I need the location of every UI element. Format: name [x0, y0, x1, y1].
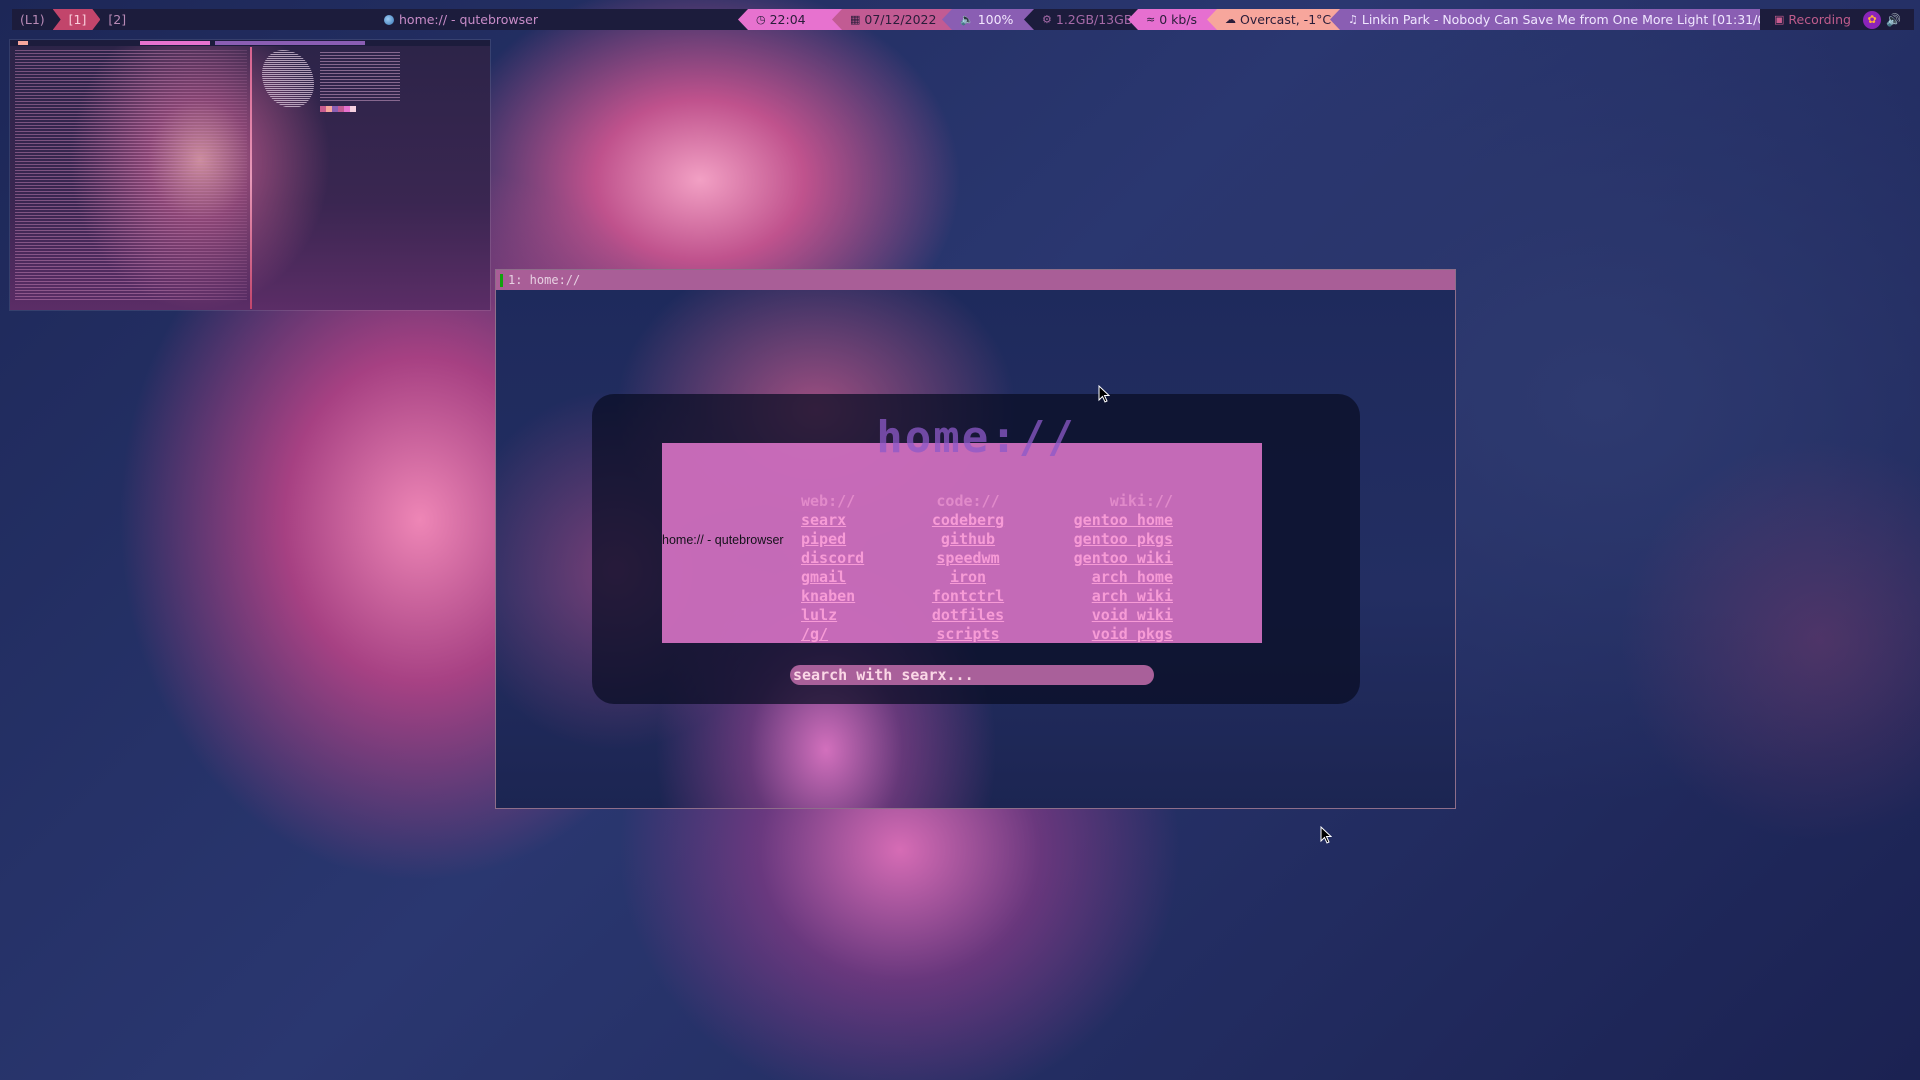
music-module[interactable]: ♫ Linkin Park - Nobody Can Save Me from …	[1330, 9, 1780, 30]
column-wiki: wiki:// gentoo home gentoo pkgs gentoo w…	[1023, 492, 1173, 644]
link-github[interactable]: github	[941, 530, 995, 549]
link-fontctrl[interactable]: fontctrl	[932, 587, 1004, 606]
network-text: 0 kb/s	[1159, 12, 1198, 27]
volume-tray-icon[interactable]: 🔊	[1886, 13, 1901, 27]
preview-divider	[250, 47, 252, 309]
tab-home[interactable]: 1: home://	[508, 273, 580, 287]
preview-palette	[320, 106, 356, 112]
link-dotfiles[interactable]: dotfiles	[932, 606, 1004, 625]
volume-text: 100%	[977, 12, 1014, 27]
preview-statusbar	[10, 40, 490, 46]
tab-indicator	[500, 273, 503, 287]
link-gentoo-wiki[interactable]: gentoo wiki	[1074, 549, 1173, 568]
link-speedwm[interactable]: speedwm	[936, 549, 999, 568]
link-gentoo-home[interactable]: gentoo home	[1074, 511, 1173, 530]
workspace-2[interactable]: [2]	[100, 9, 134, 30]
link-searx[interactable]: searx	[801, 511, 846, 530]
clock-icon: ◷	[756, 13, 766, 26]
link-arch-home[interactable]: arch home	[1092, 568, 1173, 587]
system-tray: ✿ 🔊	[1863, 9, 1901, 30]
link-arch-wiki[interactable]: arch wiki	[1092, 587, 1173, 606]
workspace-1[interactable]: [1]	[53, 9, 101, 30]
column-header-code: code://	[936, 492, 1000, 510]
date-text: 07/12/2022	[864, 12, 937, 27]
music-note-icon: ♫	[1348, 13, 1358, 26]
broken-image-alt: home:// - qutebrowser	[662, 533, 784, 547]
link-gmail[interactable]: gmail	[801, 568, 846, 587]
clock-module[interactable]: ◷ 22:04	[738, 9, 844, 30]
links-panel: home:// - qutebrowser web:// searx piped…	[662, 443, 1262, 643]
link-piped[interactable]: piped	[801, 530, 846, 549]
column-web: web:// searx piped discord gmail knaben …	[801, 492, 918, 644]
song-text: Linkin Park - Nobody Can Save Me from On…	[1361, 12, 1799, 27]
link-scripts[interactable]: scripts	[936, 625, 999, 644]
workspace-preview[interactable]	[10, 40, 490, 310]
window-title: home:// - qutebrowser	[384, 9, 538, 30]
mouse-cursor-icon	[1098, 385, 1110, 403]
weather-text: Overcast, -1°C	[1240, 12, 1332, 27]
search-input[interactable]	[790, 665, 1154, 685]
column-header-wiki: wiki://	[1109, 492, 1173, 510]
column-header-web: web://	[801, 492, 856, 510]
time-text: 22:04	[769, 12, 806, 27]
memory-text: 1.2GB/13GB	[1055, 12, 1133, 27]
link-discord[interactable]: discord	[801, 549, 864, 568]
link-knaben[interactable]: knaben	[801, 587, 855, 606]
mouse-cursor-icon	[1320, 826, 1332, 844]
flameshot-icon[interactable]: ✿	[1863, 10, 1882, 29]
browser-window[interactable]: 1: home:// home:// home:// - qutebrowser…	[495, 269, 1456, 809]
column-code: code:// codeberg github speedwm iron fon…	[918, 492, 1018, 644]
preview-chat-pane	[15, 50, 247, 300]
cloud-icon: ☁	[1225, 13, 1236, 26]
window-title-text: home:// - qutebrowser	[399, 12, 538, 27]
link-void-pkgs[interactable]: void pkgs	[1092, 625, 1173, 644]
link-g[interactable]: /g/	[801, 625, 828, 644]
status-bar: (L1) [1] [2] home:// - qutebrowser ◷ 22:…	[12, 9, 1914, 30]
start-page-card: home:// home:// - qutebrowser web:// sea…	[592, 394, 1360, 704]
calendar-icon: ▦	[850, 13, 861, 26]
qutebrowser-icon	[384, 14, 394, 25]
link-iron[interactable]: iron	[950, 568, 986, 587]
camera-icon: ▣	[1774, 13, 1785, 26]
tab-bar[interactable]: 1: home://	[496, 270, 1455, 290]
link-gentoo-pkgs[interactable]: gentoo pkgs	[1074, 530, 1173, 549]
recording-text: Recording	[1788, 12, 1851, 27]
link-lulz[interactable]: lulz	[801, 606, 837, 625]
link-void-wiki[interactable]: void wiki	[1092, 606, 1173, 625]
preview-ascii-logo	[262, 50, 314, 108]
links-columns: web:// searx piped discord gmail knaben …	[801, 492, 1173, 644]
wifi-icon: ≈	[1146, 13, 1156, 26]
layout-indicator[interactable]: (L1)	[12, 9, 53, 30]
link-codeberg[interactable]: codeberg	[932, 511, 1004, 530]
speaker-icon: 🔈	[960, 13, 974, 26]
page-heading: home://	[876, 412, 1076, 463]
cpu-chip-icon: ⚙	[1042, 13, 1052, 26]
preview-sysinfo	[320, 52, 400, 102]
